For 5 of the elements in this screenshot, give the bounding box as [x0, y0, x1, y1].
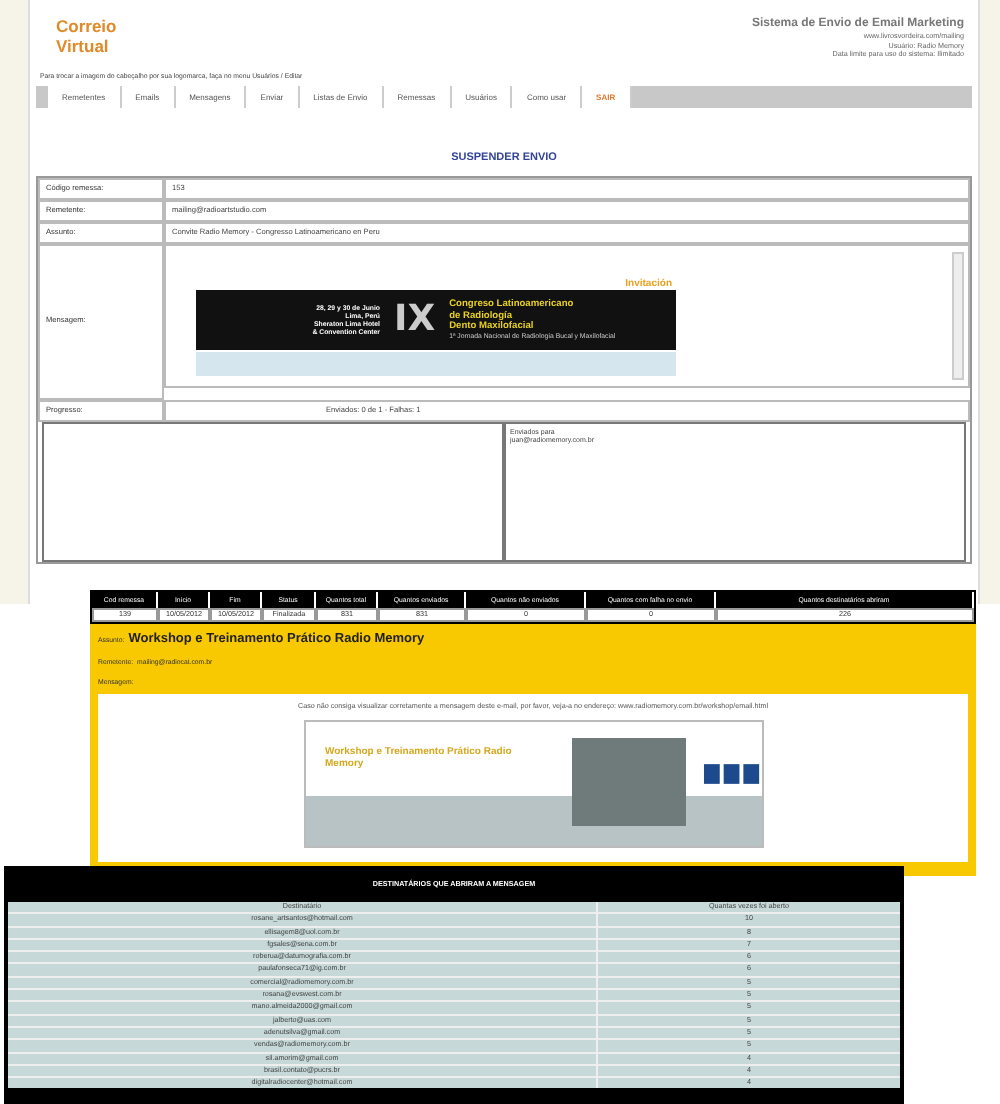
- photo-placeholder: [571, 738, 686, 826]
- edition-number: IX: [392, 296, 438, 345]
- logo-icon: [701, 762, 761, 786]
- scrollbar[interactable]: [952, 251, 964, 380]
- logo-text: Correio Virtual: [56, 16, 117, 60]
